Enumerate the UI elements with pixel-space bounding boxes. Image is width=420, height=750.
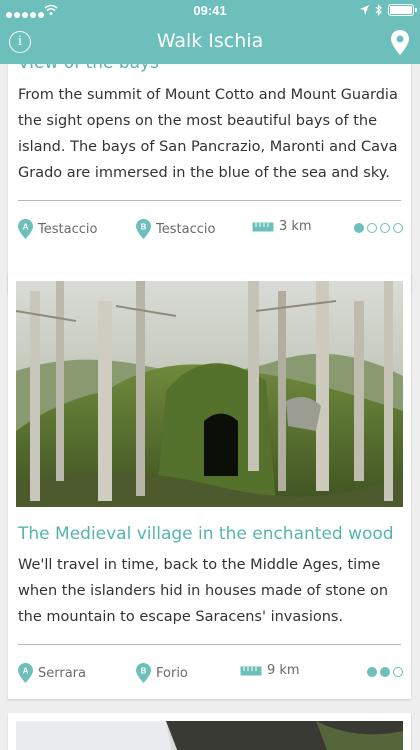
difficulty-dot — [393, 223, 403, 233]
difficulty-dot — [354, 223, 364, 233]
svg-text:A: A — [23, 223, 29, 232]
svg-text:B: B — [141, 667, 147, 676]
walk-title: The Medieval village in the enchanted wo… — [18, 524, 394, 544]
end-point: B Testaccio — [136, 219, 215, 239]
distance: 3 km — [252, 219, 312, 234]
difficulty-dot — [367, 667, 377, 677]
bluetooth-icon — [375, 4, 382, 16]
end-point: B Forio — [136, 663, 188, 683]
battery-icon — [388, 4, 417, 16]
start-label: Testaccio — [38, 221, 98, 237]
distance: 9 km — [240, 663, 300, 678]
walk-card[interactable] — [8, 713, 411, 750]
map-pin-icon[interactable] — [391, 30, 409, 55]
difficulty-dot — [393, 667, 403, 677]
walk-photo — [16, 721, 403, 750]
start-point: A Testaccio — [18, 219, 97, 239]
walk-title: View of the bays — [8, 64, 411, 76]
end-label: Testaccio — [156, 221, 216, 237]
end-label: Forio — [156, 665, 188, 681]
walk-image — [16, 721, 403, 750]
app-title: Walk Ischia — [156, 30, 264, 52]
difficulty-rating — [354, 223, 403, 233]
marker-b-icon: B — [136, 219, 151, 239]
location-arrow-icon — [360, 5, 369, 15]
difficulty-dot — [380, 667, 390, 677]
walk-card[interactable]: The Medieval village in the enchanted wo… — [8, 273, 411, 699]
status-bar: 09:41 — [0, 0, 420, 22]
ruler-icon — [240, 666, 262, 675]
difficulty-dot — [380, 223, 390, 233]
forest-image — [16, 281, 403, 507]
ruler-icon — [252, 222, 274, 231]
marker-a-icon: A — [18, 219, 33, 239]
nav-bar: i Walk Ischia — [0, 22, 420, 64]
start-label: Serrara — [38, 665, 86, 681]
marker-a-icon: A — [18, 663, 33, 683]
distance-label: 3 km — [279, 219, 312, 234]
start-point: A Serrara — [18, 663, 86, 683]
svg-text:B: B — [141, 223, 147, 232]
walk-list[interactable]: View of the bays From the summit of Moun… — [0, 64, 420, 750]
walk-description: We'll travel in time, back to the Middle… — [18, 557, 389, 625]
walk-description: From the summit of Mount Cotto and Mount… — [18, 87, 398, 181]
svg-text:A: A — [23, 667, 29, 676]
difficulty-dot — [367, 223, 377, 233]
difficulty-rating — [367, 667, 403, 677]
status-time: 09:41 — [193, 3, 227, 18]
distance-label: 9 km — [267, 663, 300, 678]
walk-photo — [16, 281, 403, 507]
marker-b-icon: B — [136, 663, 151, 683]
walk-card[interactable]: View of the bays From the summit of Moun… — [8, 64, 411, 293]
